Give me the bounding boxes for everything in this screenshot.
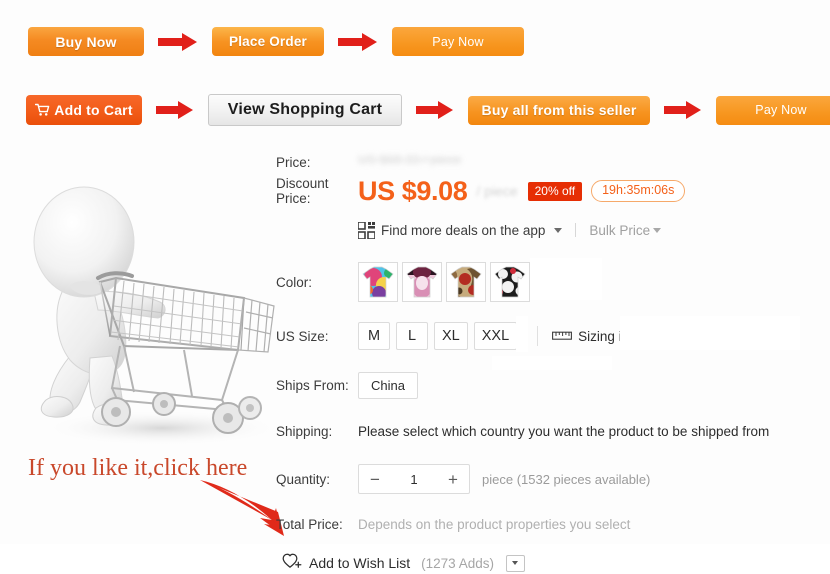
- quantity-availability-note: piece (1532 pieces available): [482, 471, 651, 487]
- heart-plus-icon: [282, 552, 302, 574]
- shopper-with-cart-illustration: [12, 160, 280, 452]
- size-option-l[interactable]: L: [396, 322, 428, 350]
- ships-from-label: Ships From:: [276, 378, 349, 393]
- shipping-message: Please select which country you want the…: [358, 424, 770, 439]
- size-option-xl[interactable]: XL: [434, 322, 468, 350]
- size-label: US Size:: [276, 328, 329, 344]
- arrow-right-icon: [156, 101, 194, 119]
- quantity-row: Quantity: − + piece (1532 pieces availab…: [276, 464, 830, 494]
- countdown-timer: 19h:35m:06s: [591, 180, 686, 202]
- add-to-wish-list-button[interactable]: Add to Wish List (1273 Adds): [282, 552, 525, 574]
- discount-price-value: US $9.08: [358, 176, 468, 206]
- size-option-list: M L XL XXL Sizing info: [358, 322, 640, 350]
- total-price-label: Total Price:: [276, 517, 343, 532]
- chevron-down-icon: [554, 227, 563, 233]
- pay-now-label: Pay Now: [432, 34, 484, 49]
- total-price-row: Total Price: Depends on the product prop…: [276, 516, 830, 533]
- discount-price-row: Discount Price: US $9.08 / piece 20% off…: [276, 176, 830, 216]
- shipping-label: Shipping:: [276, 424, 333, 439]
- pay-now-label: Pay Now: [755, 103, 807, 117]
- find-more-deals-label: Find more deals on the app: [381, 222, 546, 238]
- buy-now-label: Buy Now: [55, 33, 117, 50]
- total-price-note: Depends on the product properties you se…: [358, 517, 631, 532]
- arrow-right-icon: [338, 32, 378, 51]
- ships-from-row: Ships From: China: [276, 372, 830, 399]
- pay-now-button[interactable]: Pay Now: [716, 95, 830, 125]
- purchase-flow-row-primary: Buy Now Place Order Pay Now: [28, 27, 524, 56]
- color-swatch-pink-purple-tee[interactable]: [402, 262, 442, 302]
- buy-all-from-this-seller-label: Buy all from this seller: [481, 102, 637, 118]
- price-label: Price:: [276, 155, 311, 170]
- original-price-value: US $68.33 / piece: [358, 152, 462, 167]
- bulk-price-label: Bulk Price: [589, 222, 651, 238]
- color-swatch-brown-red-camo-tee[interactable]: [446, 262, 486, 302]
- wish-list-dropdown-button[interactable]: [505, 554, 525, 572]
- find-more-deals-link[interactable]: Find more deals on the app: [357, 220, 563, 240]
- purchase-flow-row-cart: Add to Cart View Shopping Cart Buy all f…: [26, 94, 830, 126]
- redaction-overlay: [548, 258, 600, 298]
- divider: [575, 223, 577, 237]
- size-option-xxl[interactable]: XXL: [473, 322, 518, 350]
- quantity-label: Quantity:: [276, 471, 331, 487]
- page-background: Buy Now Place Order Pay Now Add to Cart …: [0, 0, 830, 572]
- qr-code-icon: [357, 220, 376, 240]
- price-per-unit: / piece: [476, 183, 518, 199]
- size-option-m[interactable]: M: [358, 322, 390, 350]
- quantity-decrement-button[interactable]: −: [359, 465, 391, 493]
- quantity-input[interactable]: [391, 470, 437, 488]
- quantity-increment-button[interactable]: +: [437, 465, 469, 493]
- view-shopping-cart-label: View Shopping Cart: [227, 101, 383, 118]
- place-order-label: Place Order: [229, 34, 307, 49]
- ruler-icon: [552, 329, 573, 344]
- pay-now-button[interactable]: Pay Now: [392, 27, 524, 56]
- color-swatch-skull-print-tee[interactable]: [358, 262, 398, 302]
- add-to-cart-button[interactable]: Add to Cart: [26, 95, 142, 125]
- color-swatch-list: [358, 262, 530, 302]
- app-promo-row: Find more deals on the app Bulk Price: [357, 219, 830, 241]
- arrow-right-icon: [158, 32, 198, 51]
- color-swatch-black-white-floral-tee[interactable]: [490, 262, 530, 302]
- shopping-cart-icon: [35, 103, 50, 117]
- bulk-price-link[interactable]: Bulk Price: [589, 222, 662, 238]
- add-to-cart-label: Add to Cart: [54, 102, 133, 118]
- color-label: Color:: [276, 274, 313, 290]
- view-shopping-cart-button[interactable]: View Shopping Cart: [208, 94, 402, 126]
- arrow-right-icon: [664, 101, 702, 119]
- buy-all-from-this-seller-button[interactable]: Buy all from this seller: [468, 95, 650, 125]
- quantity-stepper: − +: [358, 464, 470, 494]
- redaction-overlay: [620, 316, 800, 350]
- chevron-down-icon: [653, 227, 662, 233]
- chevron-down-icon: [512, 561, 519, 565]
- redaction-overlay: [492, 356, 612, 370]
- shipping-row: Shipping: Please select which country yo…: [276, 423, 830, 440]
- price-row: Price: US $68.33 / piece: [276, 152, 830, 176]
- discount-badge: 20% off: [527, 181, 583, 201]
- redaction-overlay: [516, 316, 528, 352]
- wish-list-row: Add to Wish List (1273 Adds): [282, 552, 830, 574]
- discount-price-label: Discount Price:: [276, 176, 329, 206]
- ships-from-option-china[interactable]: China: [358, 372, 418, 399]
- buy-now-button[interactable]: Buy Now: [28, 27, 144, 56]
- wish-list-label: Add to Wish List: [309, 555, 411, 571]
- wish-list-count: (1273 Adds): [421, 555, 494, 571]
- arrow-right-icon: [416, 101, 454, 119]
- place-order-button[interactable]: Place Order: [212, 27, 324, 56]
